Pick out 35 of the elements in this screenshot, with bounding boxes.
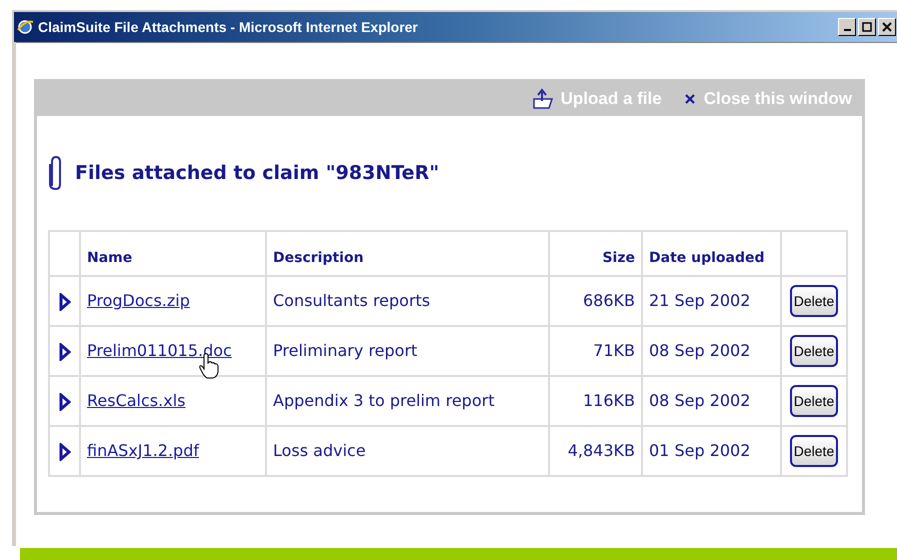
play-icon — [58, 292, 70, 311]
play-icon — [58, 442, 70, 461]
play-icon — [58, 392, 70, 411]
minimize-button[interactable] — [838, 18, 856, 36]
size-text: 4,843KB — [568, 441, 635, 460]
upload-icon — [530, 87, 555, 111]
delete-button[interactable]: Delete — [790, 285, 838, 317]
delete-button[interactable]: Delete — [790, 385, 838, 417]
size-text: 116KB — [582, 391, 635, 410]
size-text: 686KB — [582, 291, 635, 310]
date-text: 08 Sep 2002 — [649, 391, 750, 410]
description-text: Appendix 3 to prelim report — [273, 391, 494, 410]
play-icon — [58, 342, 70, 361]
column-header: Size — [602, 250, 635, 266]
column-header: Description — [273, 250, 364, 266]
column-header: Date uploaded — [649, 250, 765, 266]
minimize-icon — [844, 29, 850, 31]
delete-button[interactable]: Delete — [790, 335, 838, 367]
description-text: Loss advice — [273, 441, 366, 460]
delete-button[interactable]: Delete — [790, 435, 838, 467]
description-text: Preliminary report — [273, 341, 418, 360]
maximize-button[interactable] — [858, 18, 876, 36]
close-button[interactable] — [878, 18, 896, 36]
maximize-icon — [862, 22, 872, 32]
column-header: Name — [87, 250, 132, 266]
window-title: ClaimSuite File Attachments - Microsoft Internet Explorer — [38, 18, 418, 37]
date-text: 08 Sep 2002 — [649, 341, 750, 360]
date-text: 01 Sep 2002 — [649, 441, 750, 460]
close-icon — [882, 22, 892, 32]
size-text: 71KB — [593, 341, 635, 360]
close-icon — [684, 93, 696, 105]
page-heading: Files attached to claim "983NTeR" — [75, 160, 440, 186]
description-text: Consultants reports — [273, 291, 430, 310]
browser-icon — [16, 18, 34, 36]
date-text: 21 Sep 2002 — [649, 291, 750, 310]
